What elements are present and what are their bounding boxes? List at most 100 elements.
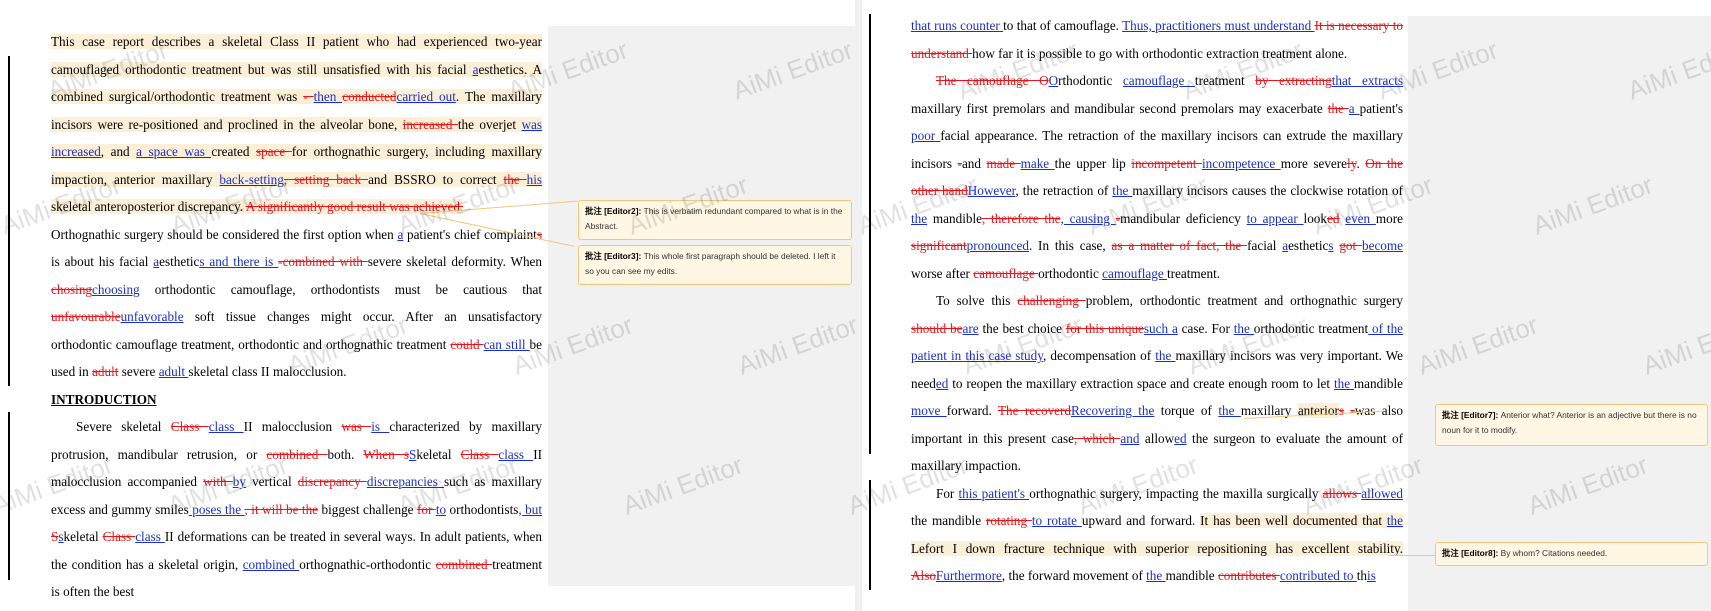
deleted-text: chosing: [51, 281, 93, 297]
inserted-text: his: [526, 171, 542, 187]
comment-editor3[interactable]: 批注 [Editor3]: This whole first paragraph…: [578, 245, 852, 285]
deleted-text: combined: [266, 446, 328, 462]
deleted-text: , setting back: [283, 171, 369, 187]
text-run: mandible: [1353, 375, 1403, 391]
text-run: maxillary incisors causes the clockwise …: [1132, 183, 1403, 198]
text-run: th: [1356, 568, 1368, 583]
inserted-text: poor: [911, 128, 941, 143]
deleted-text: could: [450, 336, 484, 352]
paragraph-camouflage-effects[interactable]: The camouflage OOrthodontic camouflage t…: [911, 67, 1403, 287]
paragraph-abstract-duplicate[interactable]: This case report describes a skeletal Cl…: [51, 28, 542, 221]
comment-editor2[interactable]: 批注 [Editor2]: This is verbatim redundant…: [578, 200, 852, 240]
inserted-text: make: [1020, 155, 1055, 171]
comment-label: 批注: [585, 206, 602, 216]
inserted-text: move: [911, 403, 947, 418]
inserted-text: adult: [158, 364, 189, 379]
inserted-text: that runs counter: [911, 18, 1004, 33]
text-run: orthognathic-orthodontic: [299, 556, 436, 572]
deleted-text: as a matter of fact, the: [1111, 238, 1248, 253]
deleted-text: unfavourable: [51, 309, 121, 324]
text-run: , the retraction of: [1015, 183, 1113, 198]
text-run: orthognathic surgery, impacting the maxi…: [1029, 485, 1323, 501]
text-run: mandible: [927, 210, 982, 226]
comment-author: [Editor7]:: [1461, 410, 1499, 420]
comment-editor8[interactable]: 批注 [Editor8]: By whom? Citations needed.: [1435, 542, 1708, 566]
inserted-text: carried out: [396, 89, 456, 104]
deleted-text: the: [1327, 100, 1349, 116]
inserted-text: the: [911, 210, 928, 226]
inserted-text: , but: [518, 501, 542, 517]
deleted-text: incompetent: [1131, 155, 1202, 171]
document-body[interactable]: that runs counter to that of camouflage.…: [911, 12, 1403, 590]
inserted-text: a space was: [136, 144, 212, 159]
text-run: both.: [327, 446, 364, 462]
paragraph-surgery[interactable]: For this patient's orthognathic surgery,…: [911, 480, 1403, 590]
deleted-text: , therefore the: [981, 210, 1061, 226]
comment-editor7[interactable]: 批注 [Editor7]: Anterior what? Anterior is…: [1435, 404, 1708, 446]
deleted-text: , which: [1074, 430, 1121, 446]
inserted-text: then: [313, 89, 343, 104]
text-run: severe: [118, 364, 159, 379]
change-bar: [869, 480, 871, 590]
deleted-text: -: [303, 89, 314, 104]
deleted-text: significant: [911, 238, 967, 253]
paragraph-orthognathic-option[interactable]: Orthognathic surgery should be considere…: [51, 221, 542, 386]
inserted-text: camouflage: [1122, 73, 1195, 88]
inserted-text: class: [135, 529, 165, 544]
paragraph-introduction[interactable]: Severe skeletal Class class II malocclus…: [51, 413, 542, 606]
text-run: treatment: [1194, 73, 1256, 88]
inserted-text: to: [435, 501, 447, 517]
text-run: to reopen the maxillary extraction space…: [948, 375, 1334, 391]
document-body[interactable]: This case report describes a skeletal Cl…: [51, 28, 542, 606]
inserted-text: that extracts: [1331, 73, 1403, 88]
text-run: and: [961, 155, 987, 171]
text-run: more severe: [1280, 155, 1348, 171]
text-run: biggest challenge: [318, 501, 417, 517]
deleted-text: Class: [460, 446, 499, 462]
text-run: keletal: [416, 446, 461, 462]
inserted-text: the: [1233, 320, 1254, 336]
text-run: the best choice: [978, 320, 1066, 336]
inserted-text: to rotate: [1031, 513, 1082, 528]
inserted-text: Furthermore: [935, 568, 1002, 583]
deleted-text: Also: [911, 568, 936, 583]
text-run: patient's: [1359, 100, 1403, 116]
highlighted-text: the overjet: [457, 116, 522, 132]
inserted-text: s: [1328, 238, 1334, 253]
inserted-text: incompetence: [1201, 155, 1281, 171]
comment-connector: [1389, 555, 1441, 556]
highlighted-text: skeletal anteroposterior discrepancy.: [51, 199, 246, 214]
deleted-text: was: [341, 419, 372, 434]
inserted-text: the: [1386, 513, 1403, 528]
inserted-text: unfavorable: [120, 309, 184, 324]
deleted-text: should be: [911, 320, 963, 336]
inserted-text: the: [1218, 403, 1241, 418]
text-run: more: [1375, 210, 1403, 226]
text-run: skeletal class II malocclusion.: [188, 364, 347, 379]
inserted-text: pronounced: [966, 238, 1029, 253]
inserted-text: , causing: [1060, 210, 1116, 226]
paragraph-camouflage-limit[interactable]: that runs counter to that of camouflage.…: [911, 12, 1403, 67]
text-run: esthetic: [159, 254, 200, 269]
text-run: treatment.: [1166, 265, 1221, 281]
deleted-text: by extracting: [1255, 73, 1332, 88]
deleted-text: conducted: [342, 89, 397, 104]
highlighted-text: Lefort I down fracture technique with su…: [911, 540, 1403, 556]
text-run: mandible: [1165, 568, 1218, 583]
inserted-text: is: [371, 419, 390, 434]
highlighted-text: created: [211, 144, 256, 159]
comment-author: [Editor2]:: [604, 206, 642, 216]
change-bar: [8, 412, 10, 580]
inserted-text: class: [208, 419, 244, 434]
text-run: , the forward movement of: [1001, 568, 1147, 583]
text-run: orthodontic: [1038, 265, 1103, 281]
text-run: To solve this: [936, 293, 1018, 308]
deleted-text: Class: [102, 529, 136, 544]
highlighted-text: It has been well documented that: [1200, 513, 1387, 528]
deleted-text: camouflage: [973, 265, 1039, 281]
paragraph-solution[interactable]: To solve this challenging problem, ortho…: [911, 287, 1403, 480]
comment-author: [Editor8]:: [1461, 548, 1499, 558]
inserted-text: are: [962, 320, 979, 336]
text-run: Severe skeletal: [76, 419, 171, 434]
comment-label: 批注: [585, 251, 602, 261]
